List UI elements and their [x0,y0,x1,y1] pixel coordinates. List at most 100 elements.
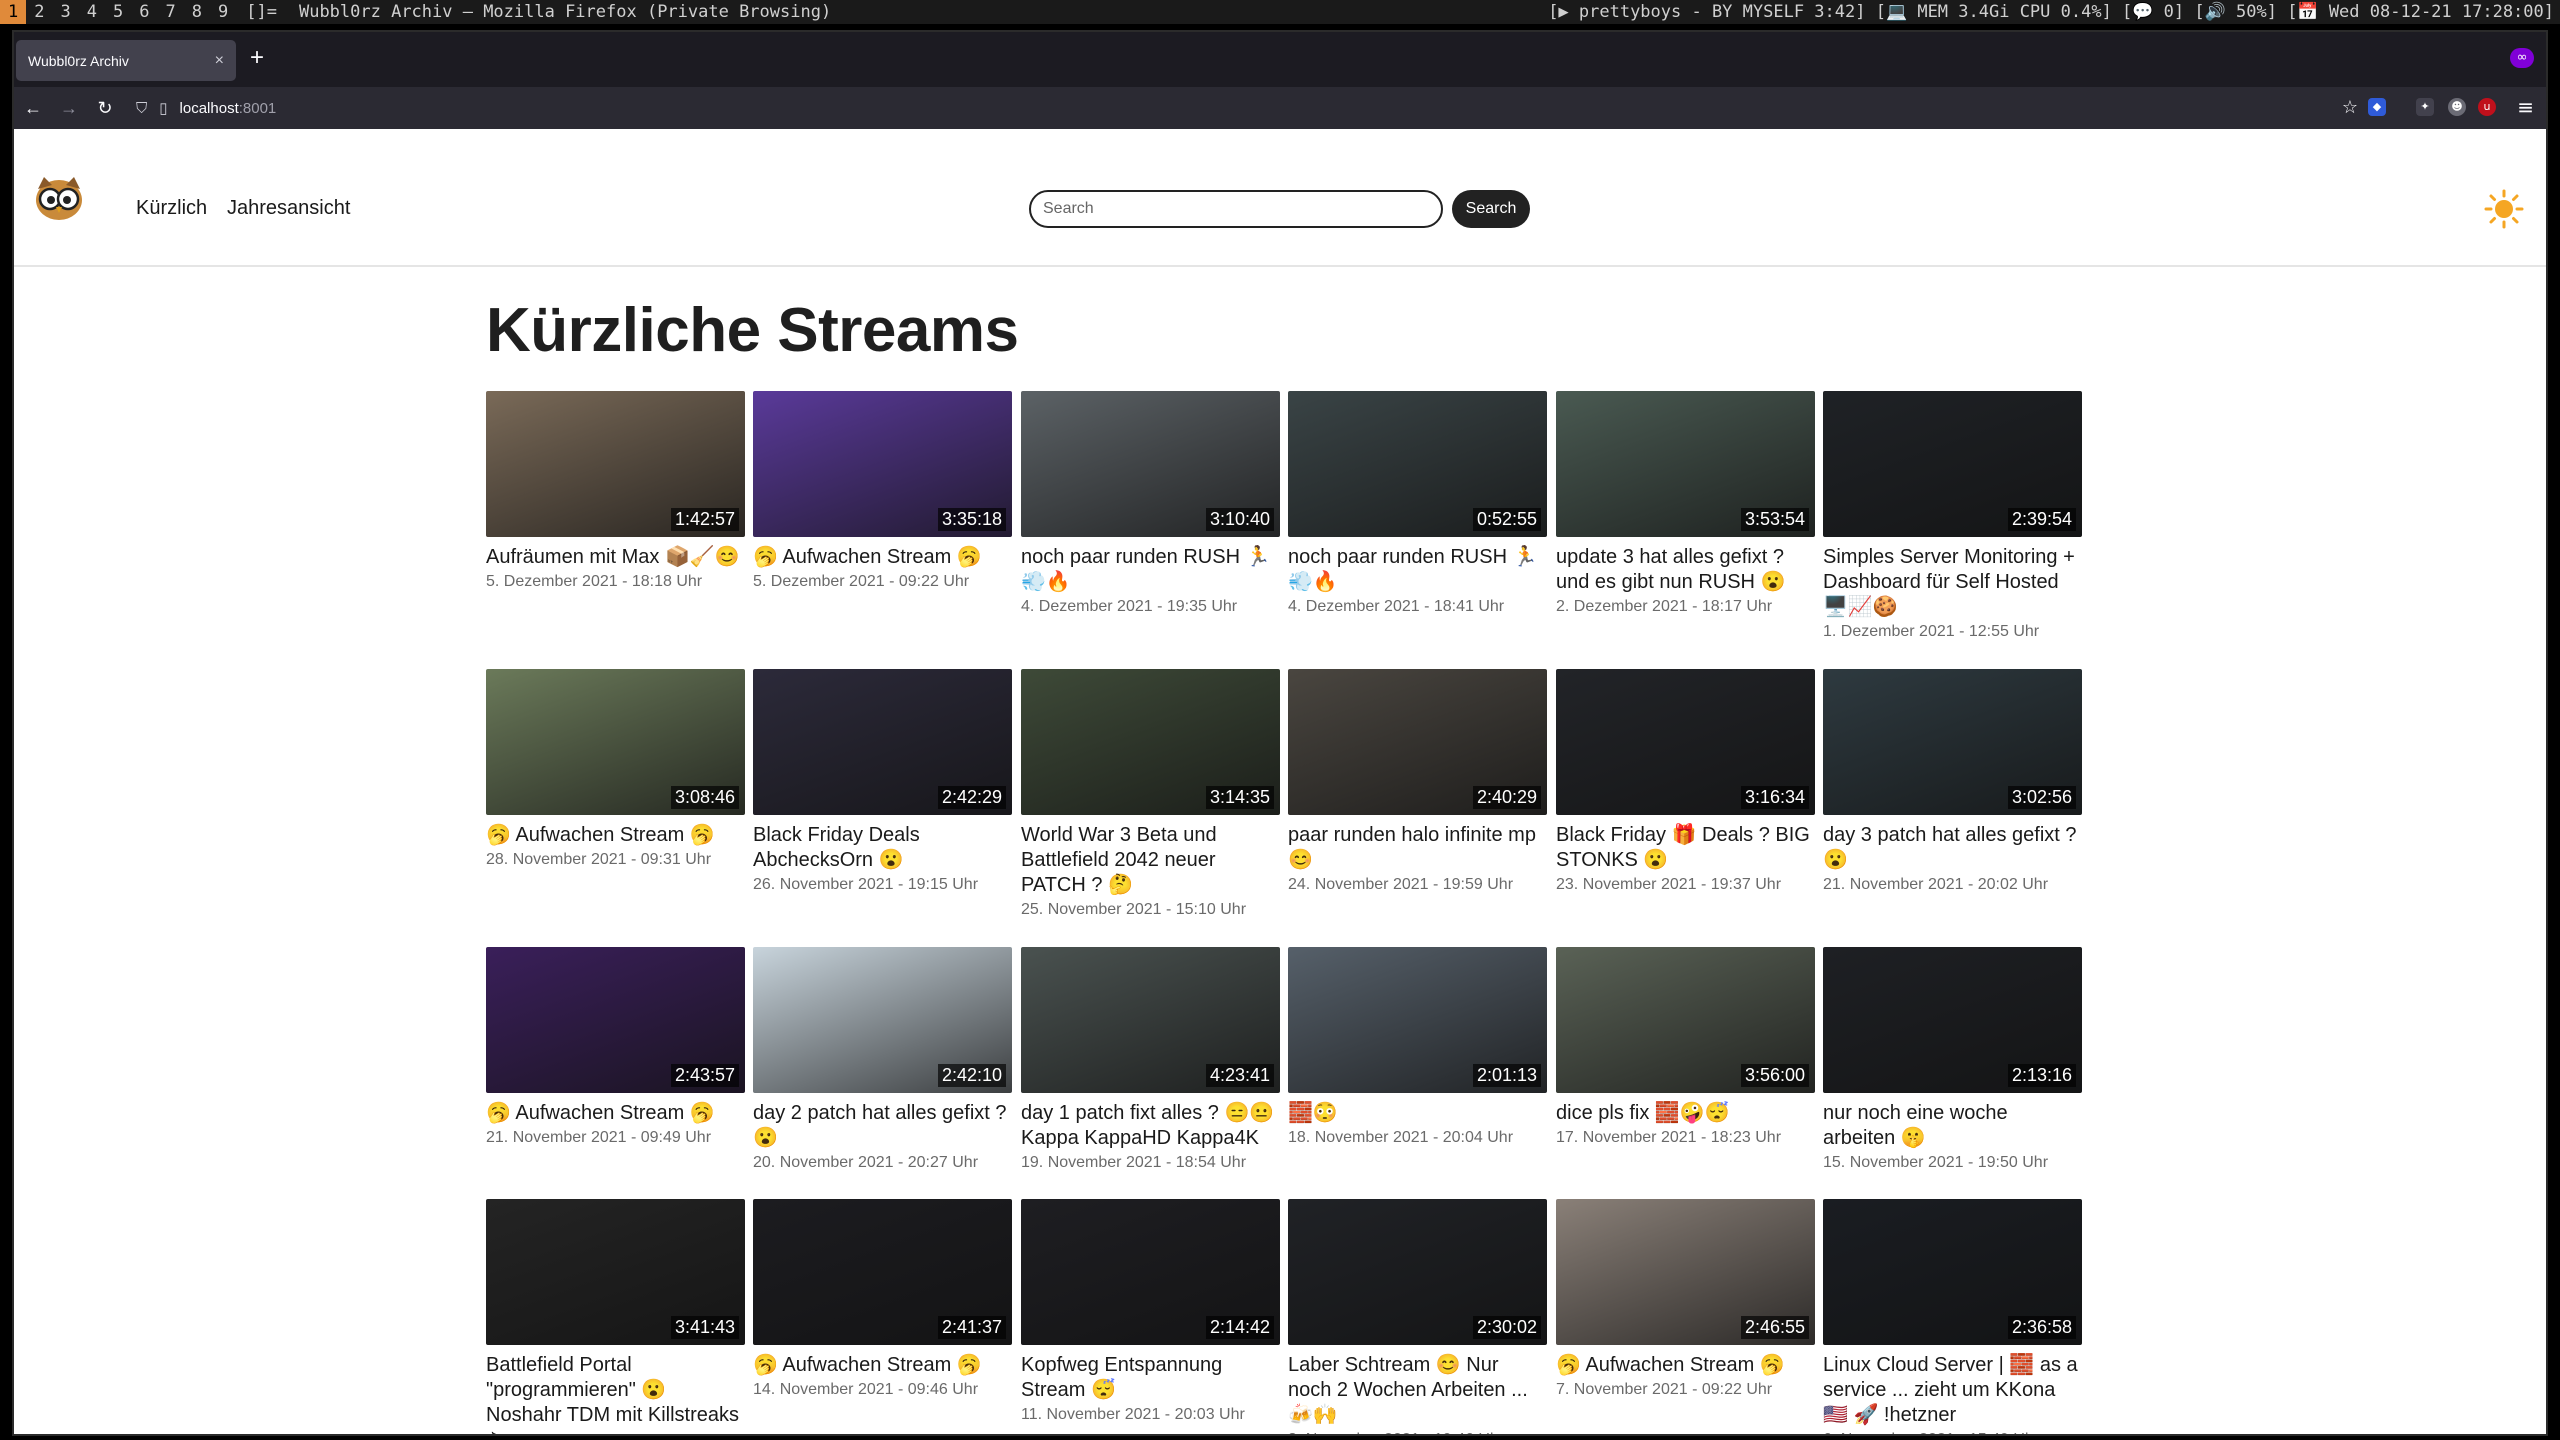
stream-title[interactable]: Black Friday 🎁 Deals ? BIG STONKS 😮 [1556,823,1815,873]
stream-title[interactable]: noch paar runden RUSH 🏃💨🔥 [1021,545,1280,595]
stream-title[interactable]: day 3 patch hat alles gefixt ? 😮 [1823,823,2082,873]
url-bar[interactable]: ⛉ ▯ localhost:8001 [136,91,2356,125]
reload-icon[interactable]: ↻ [88,91,122,125]
stream-title[interactable]: day 2 patch hat alles gefixt ? 😮 [753,1101,1012,1151]
stream-title[interactable]: Linux Cloud Server | 🧱 as a service ... … [1823,1353,2082,1428]
stream-card[interactable]: 3:56:00 dice pls fix 🧱🤪😴 17. November 2021… [1556,947,1815,1149]
nav-kuerzlich[interactable]: Kürzlich [136,197,207,220]
stream-thumbnail[interactable]: 2:41:37 [753,1199,1012,1345]
workspace-8[interactable]: 8 [184,0,210,24]
stream-card[interactable]: 2:13:16 nur noch eine woche arbeiten 🤫 15.… [1823,947,2082,1174]
stream-title[interactable]: nur noch eine woche arbeiten 🤫 [1823,1101,2082,1151]
stream-title[interactable]: Battlefield Portal "programmieren" 😮 Nos… [486,1353,745,1434]
extension-face-icon[interactable]: ☻ [2448,98,2466,116]
stream-title[interactable]: noch paar runden RUSH 🏃💨🔥 [1288,545,1547,595]
stream-title[interactable]: 🥱 Aufwachen Stream 🥱 [753,1353,1012,1378]
stream-card[interactable]: 2:42:29 Black Friday Deals AbchecksOrn 😮 2… [753,669,1012,896]
stream-card[interactable]: 4:23:41 day 1 patch fixt alles ? 😑😐 Kappa… [1021,947,1280,1174]
stream-thumbnail[interactable]: 2:14:42 [1021,1199,1280,1345]
workspace-5[interactable]: 5 [105,0,131,24]
sun-theme-toggle-icon[interactable] [2484,189,2524,229]
stream-card[interactable]: 3:35:18 🥱 Aufwachen Stream 🥱 5. Dezember 2… [753,391,1012,593]
workspace-6[interactable]: 6 [131,0,157,24]
stream-card[interactable]: 2:40:29 paar runden halo infinite mp 😊 24.… [1288,669,1547,896]
stream-card[interactable]: 2:30:02 Laber Schtream 😊 Nur noch 2 Woche… [1288,1199,1547,1434]
stream-thumbnail[interactable]: 0:52:55 [1288,391,1547,537]
stream-card[interactable]: 3:41:43 Battlefield Portal "programmieren… [486,1199,745,1434]
stream-thumbnail[interactable]: 3:02:56 [1823,669,2082,815]
workspace-4[interactable]: 4 [79,0,105,24]
workspace-1[interactable]: 1 [0,0,27,24]
stream-card[interactable]: 1:42:57 Aufräumen mit Max 📦🧹😊 5. Dezember … [486,391,745,593]
stream-title[interactable]: Kopfweg Entspannung Stream 😴 [1021,1353,1280,1403]
nav-jahresansicht[interactable]: Jahresansicht [227,197,350,220]
search-input[interactable] [1029,190,1443,228]
stream-title[interactable]: Laber Schtream 😊 Nur noch 2 Wochen Arbei… [1288,1353,1547,1428]
stream-thumbnail[interactable]: 3:16:34 [1556,669,1815,815]
stream-thumbnail[interactable]: 3:10:40 [1021,391,1280,537]
stream-card[interactable]: 2:14:42 Kopfweg Entspannung Stream 😴 11. N… [1021,1199,1280,1426]
workspace-9[interactable]: 9 [210,0,236,24]
stream-thumbnail[interactable]: 3:53:54 [1556,391,1815,537]
stream-title[interactable]: World War 3 Beta und Battlefield 2042 ne… [1021,823,1280,898]
stream-thumbnail[interactable]: 3:56:00 [1556,947,1815,1093]
bitwarden-extension-icon[interactable]: ◆ [2368,98,2386,116]
workspace-2[interactable]: 2 [26,0,52,24]
stream-title[interactable]: dice pls fix 🧱🤪😴 [1556,1101,1815,1126]
stream-title[interactable]: paar runden halo infinite mp 😊 [1288,823,1547,873]
stream-thumbnail[interactable]: 4:23:41 [1021,947,1280,1093]
stream-thumbnail[interactable]: 3:14:35 [1021,669,1280,815]
stream-card[interactable]: 2:01:13 🧱😳 18. November 2021 - 20:04 Uhr [1288,947,1547,1149]
stream-thumbnail[interactable]: 3:41:43 [486,1199,745,1345]
stream-title[interactable]: 🥱 Aufwachen Stream 🥱 [1556,1353,1815,1378]
stream-card[interactable]: 2:41:37 🥱 Aufwachen Stream 🥱 14. November … [753,1199,1012,1401]
stream-card[interactable]: 2:46:55 🥱 Aufwachen Stream 🥱 7. November 2… [1556,1199,1815,1401]
stream-thumbnail[interactable]: 1:42:57 [486,391,745,537]
stream-card[interactable]: 3:10:40 noch paar runden RUSH 🏃💨🔥 4. Dezem… [1021,391,1280,618]
workspace-7[interactable]: 7 [158,0,184,24]
stream-title[interactable]: 🥱 Aufwachen Stream 🥱 [486,1101,745,1126]
stream-card[interactable]: 2:36:58 Linux Cloud Server | 🧱 as a servi… [1823,1199,2082,1434]
close-tab-icon[interactable]: × [215,52,224,70]
stream-thumbnail[interactable]: 3:08:46 [486,669,745,815]
ublock-icon[interactable]: u [2478,98,2496,116]
stream-thumbnail[interactable]: 3:35:18 [753,391,1012,537]
stream-thumbnail[interactable]: 2:43:57 [486,947,745,1093]
stream-thumbnail[interactable]: 2:01:13 [1288,947,1547,1093]
stream-card[interactable]: 0:52:55 noch paar runden RUSH 🏃💨🔥 4. Dezem… [1288,391,1547,618]
stream-title[interactable]: update 3 hat alles gefixt ? und es gibt … [1556,545,1815,595]
stream-thumbnail[interactable]: 2:40:29 [1288,669,1547,815]
stream-thumbnail[interactable]: 2:36:58 [1823,1199,2082,1345]
extension-icon[interactable]: ✦ [2416,98,2434,116]
bookmark-star-icon[interactable]: ☆ [2342,97,2358,118]
forward-arrow-icon[interactable]: → [52,91,86,125]
workspace-3[interactable]: 3 [53,0,79,24]
stream-card[interactable]: 3:53:54 update 3 hat alles gefixt ? und e… [1556,391,1815,618]
stream-thumbnail[interactable]: 2:42:29 [753,669,1012,815]
stream-thumbnail[interactable]: 2:42:10 [753,947,1012,1093]
new-tab-button[interactable]: + [250,44,264,72]
stream-card[interactable]: 3:14:35 World War 3 Beta und Battlefield … [1021,669,1280,921]
stream-title[interactable]: 🧱😳 [1288,1101,1547,1126]
stream-title[interactable]: 🥱 Aufwachen Stream 🥱 [753,545,1012,570]
page-info-icon[interactable]: ▯ [159,99,167,117]
stream-thumbnail[interactable]: 2:30:02 [1288,1199,1547,1345]
stream-title[interactable]: Black Friday Deals AbchecksOrn 😮 [753,823,1012,873]
search-button[interactable]: Search [1452,190,1530,228]
back-arrow-icon[interactable]: ← [16,91,50,125]
tab-active[interactable]: Wubbl0rz Archiv × [16,40,236,81]
hamburger-menu-icon[interactable]: ≡ [2517,95,2534,119]
owl-logo-icon[interactable] [34,175,84,221]
stream-card[interactable]: 3:02:56 day 3 patch hat alles gefixt ? 😮 2… [1823,669,2082,896]
stream-card[interactable]: 2:43:57 🥱 Aufwachen Stream 🥱 21. November … [486,947,745,1149]
stream-card[interactable]: 3:16:34 Black Friday 🎁 Deals ? BIG STONKS… [1556,669,1815,896]
stream-title[interactable]: 🥱 Aufwachen Stream 🥱 [486,823,745,848]
stream-title[interactable]: Simples Server Monitoring + Dashboard fü… [1823,545,2082,620]
stream-thumbnail[interactable]: 2:39:54 [1823,391,2082,537]
tracking-shield-icon[interactable]: ⛉ [136,100,147,117]
stream-thumbnail[interactable]: 2:13:16 [1823,947,2082,1093]
stream-card[interactable]: 2:39:54 Simples Server Monitoring + Dashb… [1823,391,2082,643]
stream-card[interactable]: 3:08:46 🥱 Aufwachen Stream 🥱 28. November … [486,669,745,871]
stream-title[interactable]: Aufräumen mit Max 📦🧹😊 [486,545,745,570]
stream-thumbnail[interactable]: 2:46:55 [1556,1199,1815,1345]
